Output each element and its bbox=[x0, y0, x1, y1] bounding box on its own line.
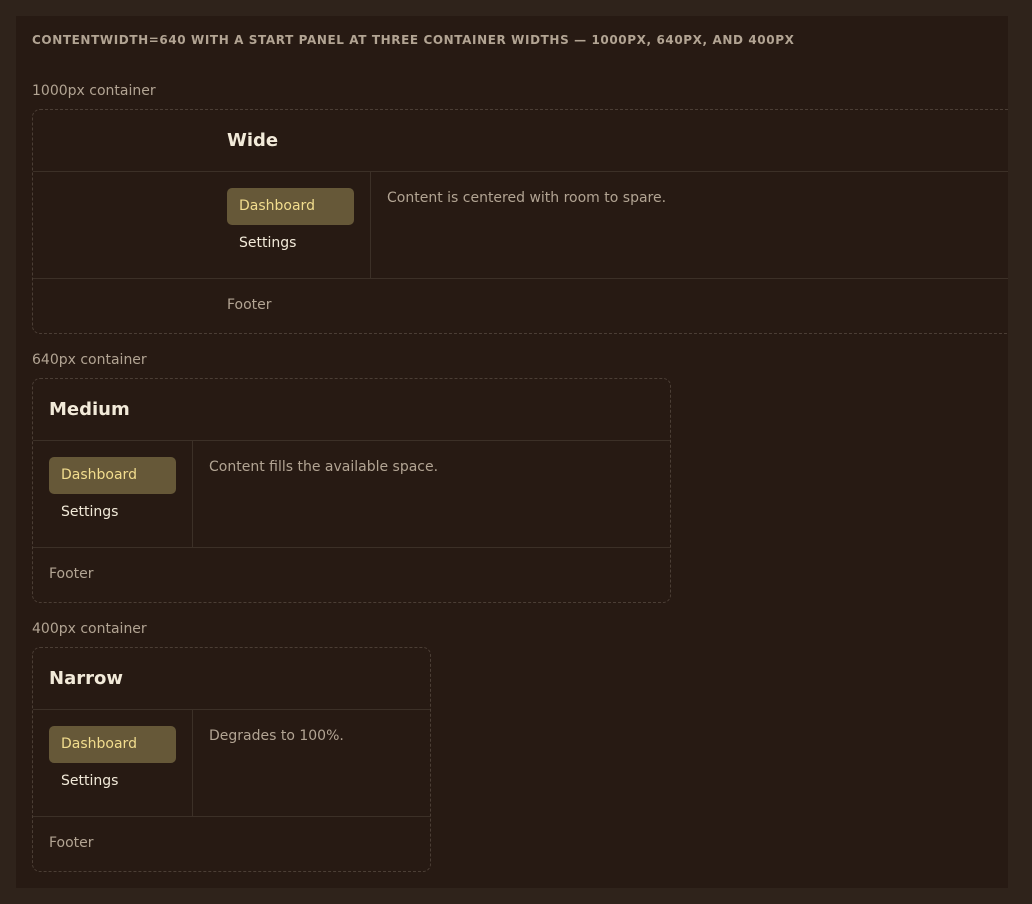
nav-item-settings[interactable]: Settings bbox=[49, 494, 176, 531]
caption-medium: 640px container bbox=[32, 352, 147, 368]
panel-title: Narrow bbox=[49, 668, 123, 689]
start-panel-nav: Dashboard Settings bbox=[49, 710, 193, 816]
nav-item-dashboard[interactable]: Dashboard bbox=[49, 457, 176, 494]
nav-item-settings[interactable]: Settings bbox=[49, 763, 176, 800]
panel-footer: Footer bbox=[227, 297, 272, 313]
panel-content: Content is centered with room to spare. bbox=[387, 190, 667, 206]
panel-body: Dashboard Settings Degrades to 100%. bbox=[33, 710, 430, 817]
container-narrow: Narrow Dashboard Settings Degrades to 10… bbox=[32, 647, 431, 872]
page-heading: contentWidth=640 with a start panel at t… bbox=[32, 33, 795, 47]
container-wide: Wide Dashboard Settings Content is cente… bbox=[32, 109, 1008, 334]
container-medium: Medium Dashboard Settings Content fills … bbox=[32, 378, 671, 603]
start-panel-nav: Dashboard Settings bbox=[227, 172, 371, 278]
panel-body: Dashboard Settings Content is centered w… bbox=[33, 172, 1008, 279]
nav-item-dashboard[interactable]: Dashboard bbox=[227, 188, 354, 225]
panel-title: Medium bbox=[49, 399, 130, 420]
panel-content: Content fills the available space. bbox=[209, 459, 439, 475]
caption-wide: 1000px container bbox=[32, 83, 156, 99]
panel-footer: Footer bbox=[49, 566, 94, 582]
panel-header: Medium bbox=[33, 379, 670, 441]
start-panel-nav: Dashboard Settings bbox=[49, 441, 193, 547]
panel-header: Wide bbox=[33, 110, 1008, 172]
demo-stage: contentWidth=640 with a start panel at t… bbox=[16, 16, 1008, 888]
panel-header: Narrow bbox=[33, 648, 430, 710]
panel-footer: Footer bbox=[49, 835, 94, 851]
panel-title: Wide bbox=[227, 130, 279, 151]
panel-body: Dashboard Settings Content fills the ava… bbox=[33, 441, 670, 548]
panel-content: Degrades to 100%. bbox=[209, 728, 344, 744]
caption-narrow: 400px container bbox=[32, 621, 147, 637]
nav-item-settings[interactable]: Settings bbox=[227, 225, 354, 262]
nav-item-dashboard[interactable]: Dashboard bbox=[49, 726, 176, 763]
